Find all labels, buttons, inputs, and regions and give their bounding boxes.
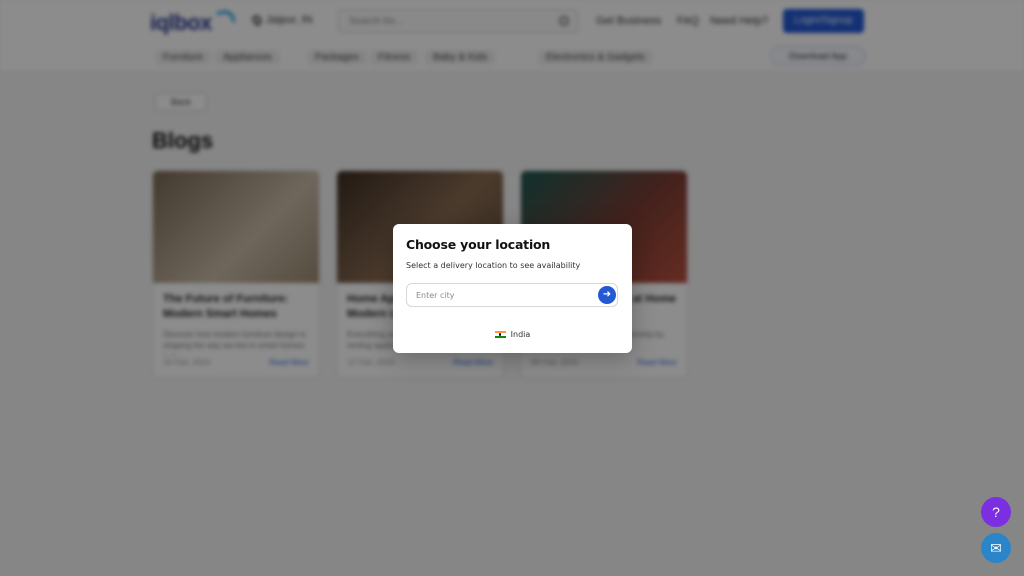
modal-title: Choose your location: [406, 237, 551, 252]
help-fab[interactable]: ?: [981, 497, 1011, 527]
country-selector[interactable]: India: [393, 330, 632, 339]
submit-city-button[interactable]: ➜: [598, 286, 616, 304]
city-input[interactable]: [406, 283, 618, 307]
modal-subtitle: Select a delivery location to see availa…: [406, 261, 581, 270]
india-flag-icon: [494, 330, 506, 339]
arrow-right-icon: ➜: [602, 289, 612, 300]
chat-fab[interactable]: ✉: [981, 533, 1011, 563]
chat-icon: ✉: [990, 540, 1002, 556]
country-label: India: [510, 330, 531, 339]
location-modal: Choose your location Select a delivery l…: [393, 224, 632, 353]
help-icon: ?: [992, 504, 1000, 520]
